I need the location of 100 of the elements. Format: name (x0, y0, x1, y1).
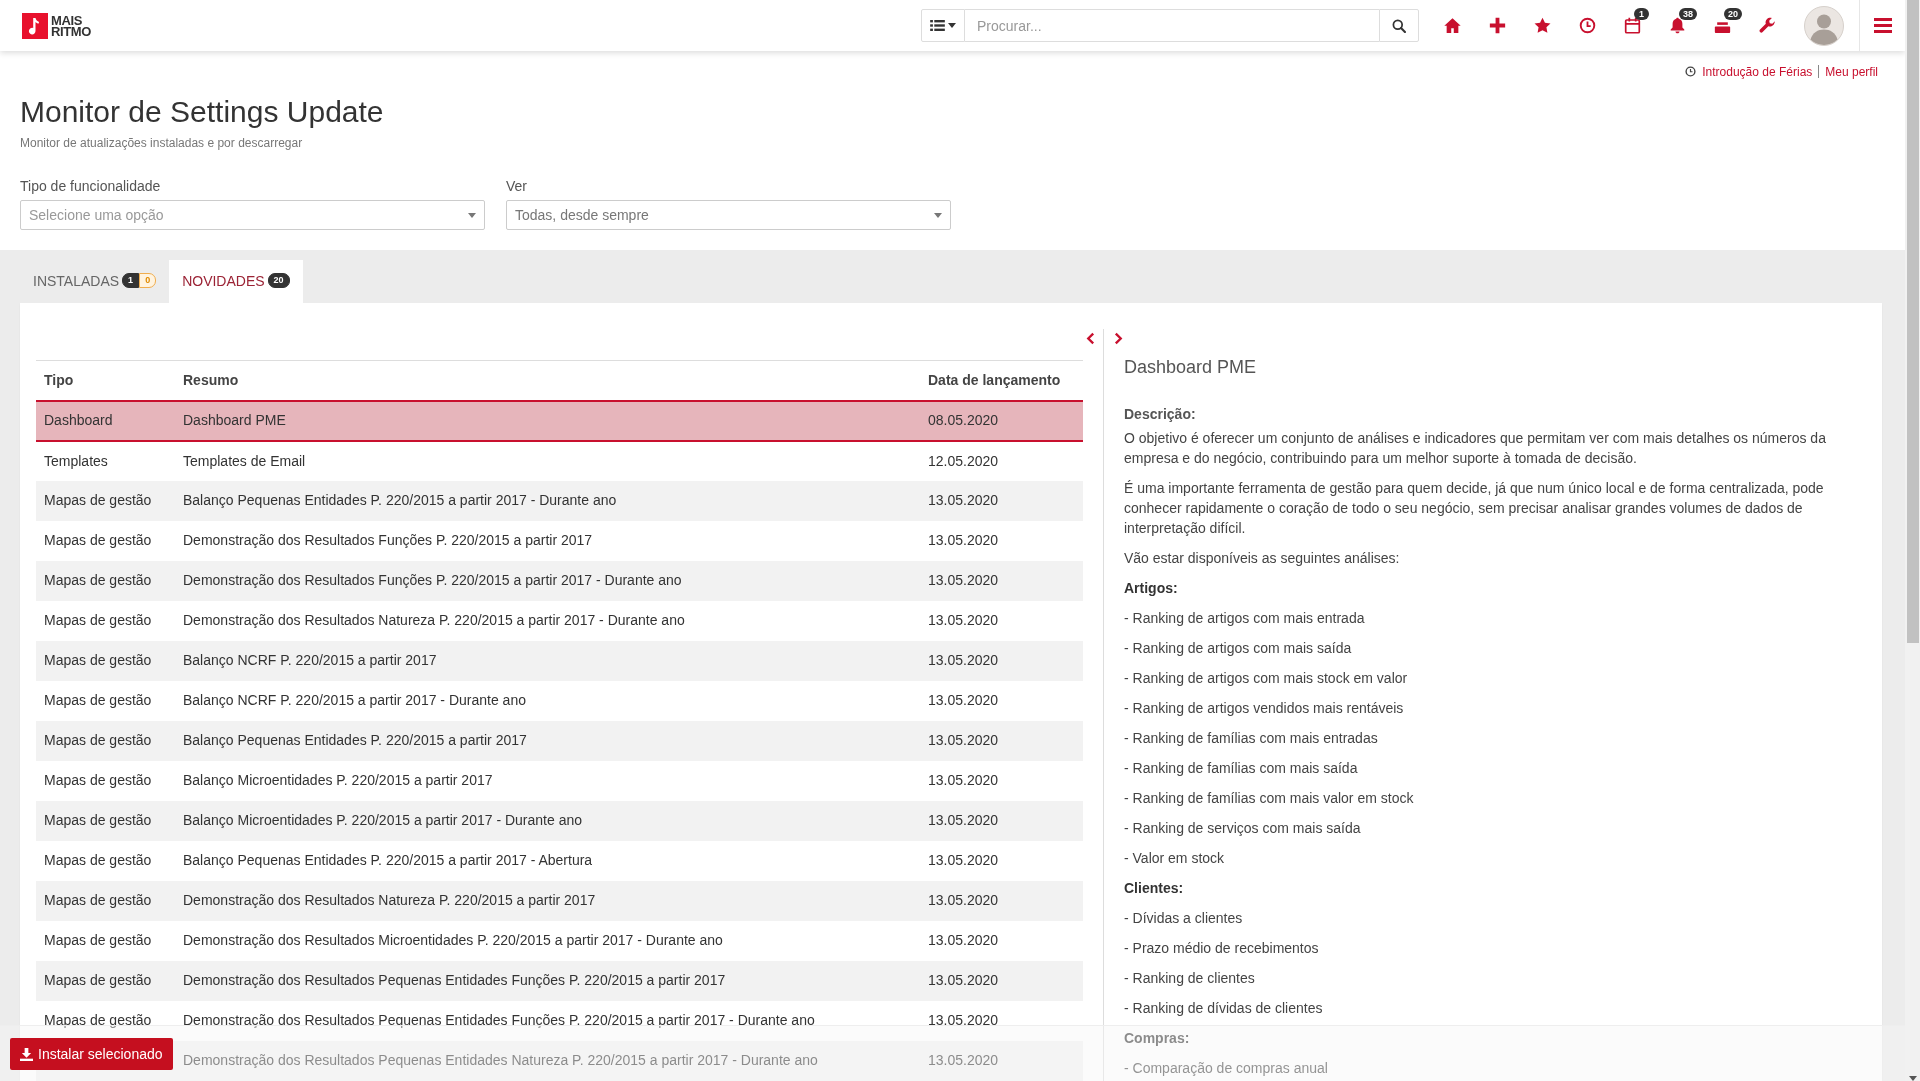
view-select[interactable]: Todas, desde sempre (506, 200, 951, 230)
detail-title: Dashboard PME (1124, 356, 1258, 379)
scroll-down-arrow-icon[interactable] (1908, 1076, 1917, 1081)
table-row[interactable]: Mapas de gestão Demonstração dos Resultados Pequenas Entidades Funções P. 220/2015 a partir 2017 13.05.2020 (36, 960, 1083, 1001)
table-cell: Balanço Pequenas Entidades P. 220/2015 a partir 2017 - Durante ano (175, 480, 920, 521)
list-item: - Comparação de compras anual (1124, 1059, 1329, 1078)
table-row[interactable]: Mapas de gestão Demonstração dos Resultados Funções P. 220/2015 a partir 2017 13.05.2020 (36, 520, 1083, 561)
table-cell: 13.05.2020 (920, 800, 1083, 841)
section-heading: Clientes: (1124, 879, 1185, 898)
list-icon (930, 20, 945, 31)
menu-icon (1873, 18, 1892, 33)
search-button[interactable] (1379, 9, 1419, 42)
table-cell: 13.05.2020 (920, 880, 1083, 921)
tab[interactable]: NOVIDADES 20 (169, 260, 303, 303)
calendar-icon (1624, 17, 1641, 34)
list-item: - Ranking de famílias com mais entradas (1124, 729, 1379, 748)
scrollbar-thumb[interactable] (1906, 0, 1919, 643)
caret-down-icon (934, 212, 942, 218)
description-text: O objetivo é oferecer um conjunto de análises e indicadores que permitam ver com mais detalhes os números da empresa e do negócio, contribuindo para um melhor suporte à tomada de decisão. (1124, 429, 1827, 468)
tab[interactable]: INSTALADAS 1 0 (20, 260, 170, 303)
avatar-icon[interactable] (1804, 5, 1844, 46)
clock-icon (1579, 17, 1596, 34)
table-row[interactable]: Mapas de gestão Balanço Pequenas Entidades P. 220/2015 a partir 2017 - Durante ano 13.05.2020 (36, 480, 1083, 521)
table-row[interactable]: Mapas de gestão Balanço Pequenas Entidades P. 220/2015 a partir 2017 - Abertura 13.05.2020 (36, 840, 1083, 881)
bell-button[interactable]: 38 (1655, 5, 1700, 46)
table-row[interactable]: Mapas de gestão Demonstração dos Resultados Natureza P. 220/2015 a partir 2017 - Durante ano 13.05.2020 (36, 600, 1083, 641)
install-button[interactable]: Instalar selecionado (10, 1038, 173, 1070)
page-title: Monitor de Settings Update (19, 94, 385, 130)
table-cell: Balanço NCRF P. 220/2015 a partir 2017 (175, 640, 920, 681)
column-header[interactable]: Resumo (175, 360, 920, 401)
caret-down-icon (948, 23, 956, 28)
count-badge: 38 (1679, 7, 1697, 20)
page-subtitle: Monitor de atualizações instaladas e por descarregar (19, 135, 304, 151)
table-cell: Dashboard PME (175, 400, 920, 441)
search-mode-button[interactable] (921, 9, 965, 42)
list-item: - Ranking de artigos com mais stock em valor (1124, 669, 1409, 688)
list-item: - Ranking de artigos vendidos mais rentáveis (1124, 699, 1405, 718)
count-badge: 20 (267, 273, 290, 288)
column-header[interactable]: Data de lançamento (920, 360, 1083, 401)
table-cell: Demonstração dos Resultados Natureza P. 220/2015 a partir 2017 (175, 880, 920, 921)
table-cell: 13.05.2020 (920, 1040, 1083, 1081)
calendar-button[interactable]: 1 (1610, 5, 1655, 46)
filter-label: Tipo de funcionalidade (20, 177, 162, 196)
description-label: Descrição: (1124, 405, 1197, 424)
table-cell: 08.05.2020 (920, 400, 1083, 441)
count-badge: 1 (1634, 7, 1649, 20)
plus-icon (1489, 17, 1506, 34)
logo-icon[interactable] (22, 12, 48, 39)
list-item: - Ranking de artigos com mais entrada (1124, 609, 1366, 628)
list-item: - Ranking de famílias com mais valor em stock (1124, 789, 1415, 808)
column-header[interactable]: Tipo (36, 360, 175, 401)
home-icon (1444, 17, 1461, 34)
logo-text: MAIS RITMO (51, 14, 91, 37)
chevron-right-icon (1113, 331, 1123, 345)
list-item: - Ranking de clientes (1124, 969, 1256, 988)
table-row[interactable]: Mapas de gestão Demonstração dos Resultados Microentidades P. 220/2015 a partir 2017 - Durante ano 13.05.2020 (36, 920, 1083, 961)
table-cell: 13.05.2020 (920, 560, 1083, 601)
download-icon (20, 1047, 33, 1061)
table-row[interactable]: Templates Templates de Email 12.05.2020 (36, 440, 1083, 481)
table-cell: Mapas de gestão (36, 720, 175, 761)
list-item: - Dívidas a clientes (1124, 909, 1244, 928)
section-heading: Compras: (1124, 1029, 1191, 1048)
table-cell: 13.05.2020 (920, 480, 1083, 521)
section-heading: Artigos: (1124, 579, 1179, 598)
list-item: - Valor em stock (1124, 849, 1226, 868)
table-cell: Dashboard (36, 400, 175, 441)
table-cell: Balanço Pequenas Entidades P. 220/2015 a partir 2017 (175, 720, 920, 761)
table-row[interactable]: Mapas de gestão Balanço NCRF P. 220/2015 a partir 2017 - Durante ano 13.05.2020 (36, 680, 1083, 721)
search-field[interactable]: Procurar... (965, 9, 1379, 42)
count-badge: 20 (1724, 7, 1742, 20)
table-cell: Mapas de gestão (36, 480, 175, 521)
list-item: - Ranking de dívidas de clientes (1124, 999, 1324, 1018)
tray-button[interactable]: 20 (1700, 5, 1745, 46)
search-icon (1392, 18, 1406, 33)
list-item: - Ranking de artigos com mais saída (1124, 639, 1353, 658)
table-row[interactable]: Mapas de gestão Balanço Microentidades P. 220/2015 a partir 2017 - Durante ano 13.05.2020 (36, 800, 1083, 841)
caret-down-icon (468, 212, 476, 218)
clock-icon (1685, 66, 1697, 77)
header-link[interactable]: Meu perfil (1825, 62, 1878, 81)
table-cell: 13.05.2020 (920, 640, 1083, 681)
table-row[interactable]: Mapas de gestão Demonstração dos Resultados Pequenas Entidades Funções P. 220/2015 a partir 2017 - Durante ano 13.05.2020 (36, 1000, 1083, 1041)
list-item: - Ranking de famílias com mais saída (1124, 759, 1359, 778)
table-row[interactable]: Mapas de gestão Balanço Pequenas Entidades P. 220/2015 a partir 2017 13.05.2020 (36, 720, 1083, 761)
table-cell: Mapas de gestão (36, 880, 175, 921)
table-cell: Mapas de gestão (36, 640, 175, 681)
filter-label: Ver (506, 177, 528, 196)
header-link[interactable]: Introdução de Férias (1702, 62, 1813, 81)
table-cell: Demonstração dos Resultados Pequenas Entidades Funções P. 220/2015 a partir 2017 (175, 960, 920, 1001)
table-row[interactable]: Mapas de gestão Demonstração dos Resultados Natureza P. 220/2015 a partir 2017 13.05.2020 (36, 880, 1083, 921)
description-text: É uma importante ferramenta de gestão para quem decide, já que num único local e de forma centralizada, pode conhecer rapidamente o coração de todo o seu negócio, sem precisar analisar grandes volumes de dados de interpretação difícil. (1124, 479, 1825, 538)
list-item: - Prazo médio de recebimentos (1124, 939, 1320, 958)
table-row[interactable]: Mapas de gestão Balanço Microentidades P. 220/2015 a partir 2017 13.05.2020 (36, 760, 1083, 801)
count-badge: 0 (139, 273, 157, 288)
table-cell: Demonstração dos Resultados Pequenas Entidades Natureza P. 220/2015 a partir 2017 - Durante ano (175, 1040, 920, 1081)
table-row[interactable]: Mapas de gestão Demonstração dos Resultados Funções P. 220/2015 a partir 2017 - Durante ano 13.05.2020 (36, 560, 1083, 601)
table-row[interactable]: Dashboard Dashboard PME 08.05.2020 (36, 400, 1083, 441)
table-cell: Mapas de gestão (36, 560, 175, 601)
table-cell: 13.05.2020 (920, 720, 1083, 761)
wrench-icon (1759, 17, 1776, 34)
table-row[interactable]: Mapas de gestão Balanço NCRF P. 220/2015 a partir 2017 13.05.2020 (36, 640, 1083, 681)
